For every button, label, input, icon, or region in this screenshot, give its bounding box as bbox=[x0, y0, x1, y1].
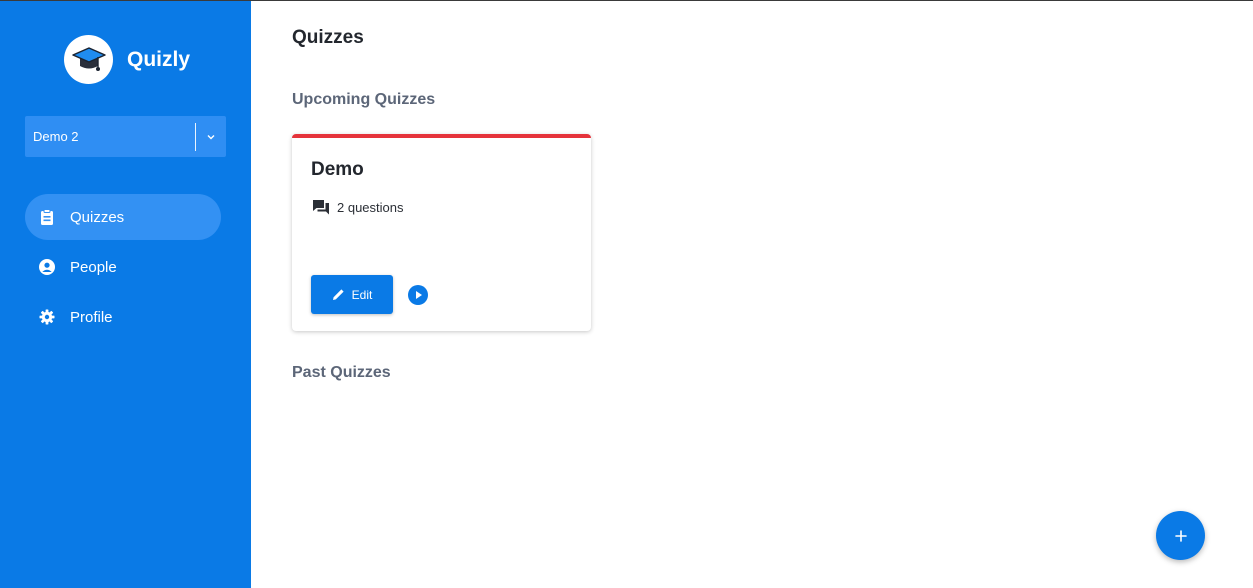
sidebar-nav: Quizzes People Profile bbox=[25, 194, 221, 344]
quiz-card: Demo 2 questions Edit bbox=[292, 134, 591, 331]
org-selector[interactable]: Demo 2 bbox=[25, 116, 226, 157]
edit-button[interactable]: Edit bbox=[311, 275, 393, 314]
question-count: 2 questions bbox=[312, 198, 404, 216]
graduation-cap-icon bbox=[64, 35, 113, 84]
select-divider bbox=[195, 122, 196, 151]
past-quizzes-heading: Past Quizzes bbox=[292, 364, 391, 381]
add-quiz-button[interactable] bbox=[1156, 511, 1205, 560]
sidebar-item-label: People bbox=[70, 258, 117, 276]
brand-name: Quizly bbox=[127, 47, 191, 71]
gear-icon bbox=[39, 309, 55, 325]
org-selector-value: Demo 2 bbox=[33, 129, 79, 144]
quiz-title: Demo bbox=[311, 159, 364, 180]
page-title: Quizzes bbox=[292, 27, 364, 48]
chevron-down-icon[interactable] bbox=[196, 132, 226, 142]
clipboard-icon bbox=[39, 209, 55, 225]
sidebar: Quizly Demo 2 Quizzes People Profile bbox=[0, 1, 251, 588]
main-content: Quizzes Upcoming Quizzes Demo 2 question… bbox=[292, 1, 1253, 588]
sidebar-item-label: Profile bbox=[70, 308, 113, 326]
brand[interactable]: Quizly bbox=[64, 35, 190, 84]
user-circle-icon bbox=[39, 259, 55, 275]
sidebar-item-people[interactable]: People bbox=[25, 244, 221, 290]
sidebar-item-quizzes[interactable]: Quizzes bbox=[25, 194, 221, 240]
upcoming-quizzes-heading: Upcoming Quizzes bbox=[292, 91, 436, 108]
edit-button-label: Edit bbox=[351, 287, 373, 302]
sidebar-item-label: Quizzes bbox=[70, 208, 125, 226]
question-count-label: 2 questions bbox=[337, 199, 404, 215]
pencil-icon bbox=[332, 288, 345, 301]
chat-bubbles-icon bbox=[312, 198, 330, 216]
sidebar-item-profile[interactable]: Profile bbox=[25, 294, 221, 340]
plus-icon bbox=[1174, 529, 1187, 542]
play-icon[interactable] bbox=[408, 285, 428, 305]
